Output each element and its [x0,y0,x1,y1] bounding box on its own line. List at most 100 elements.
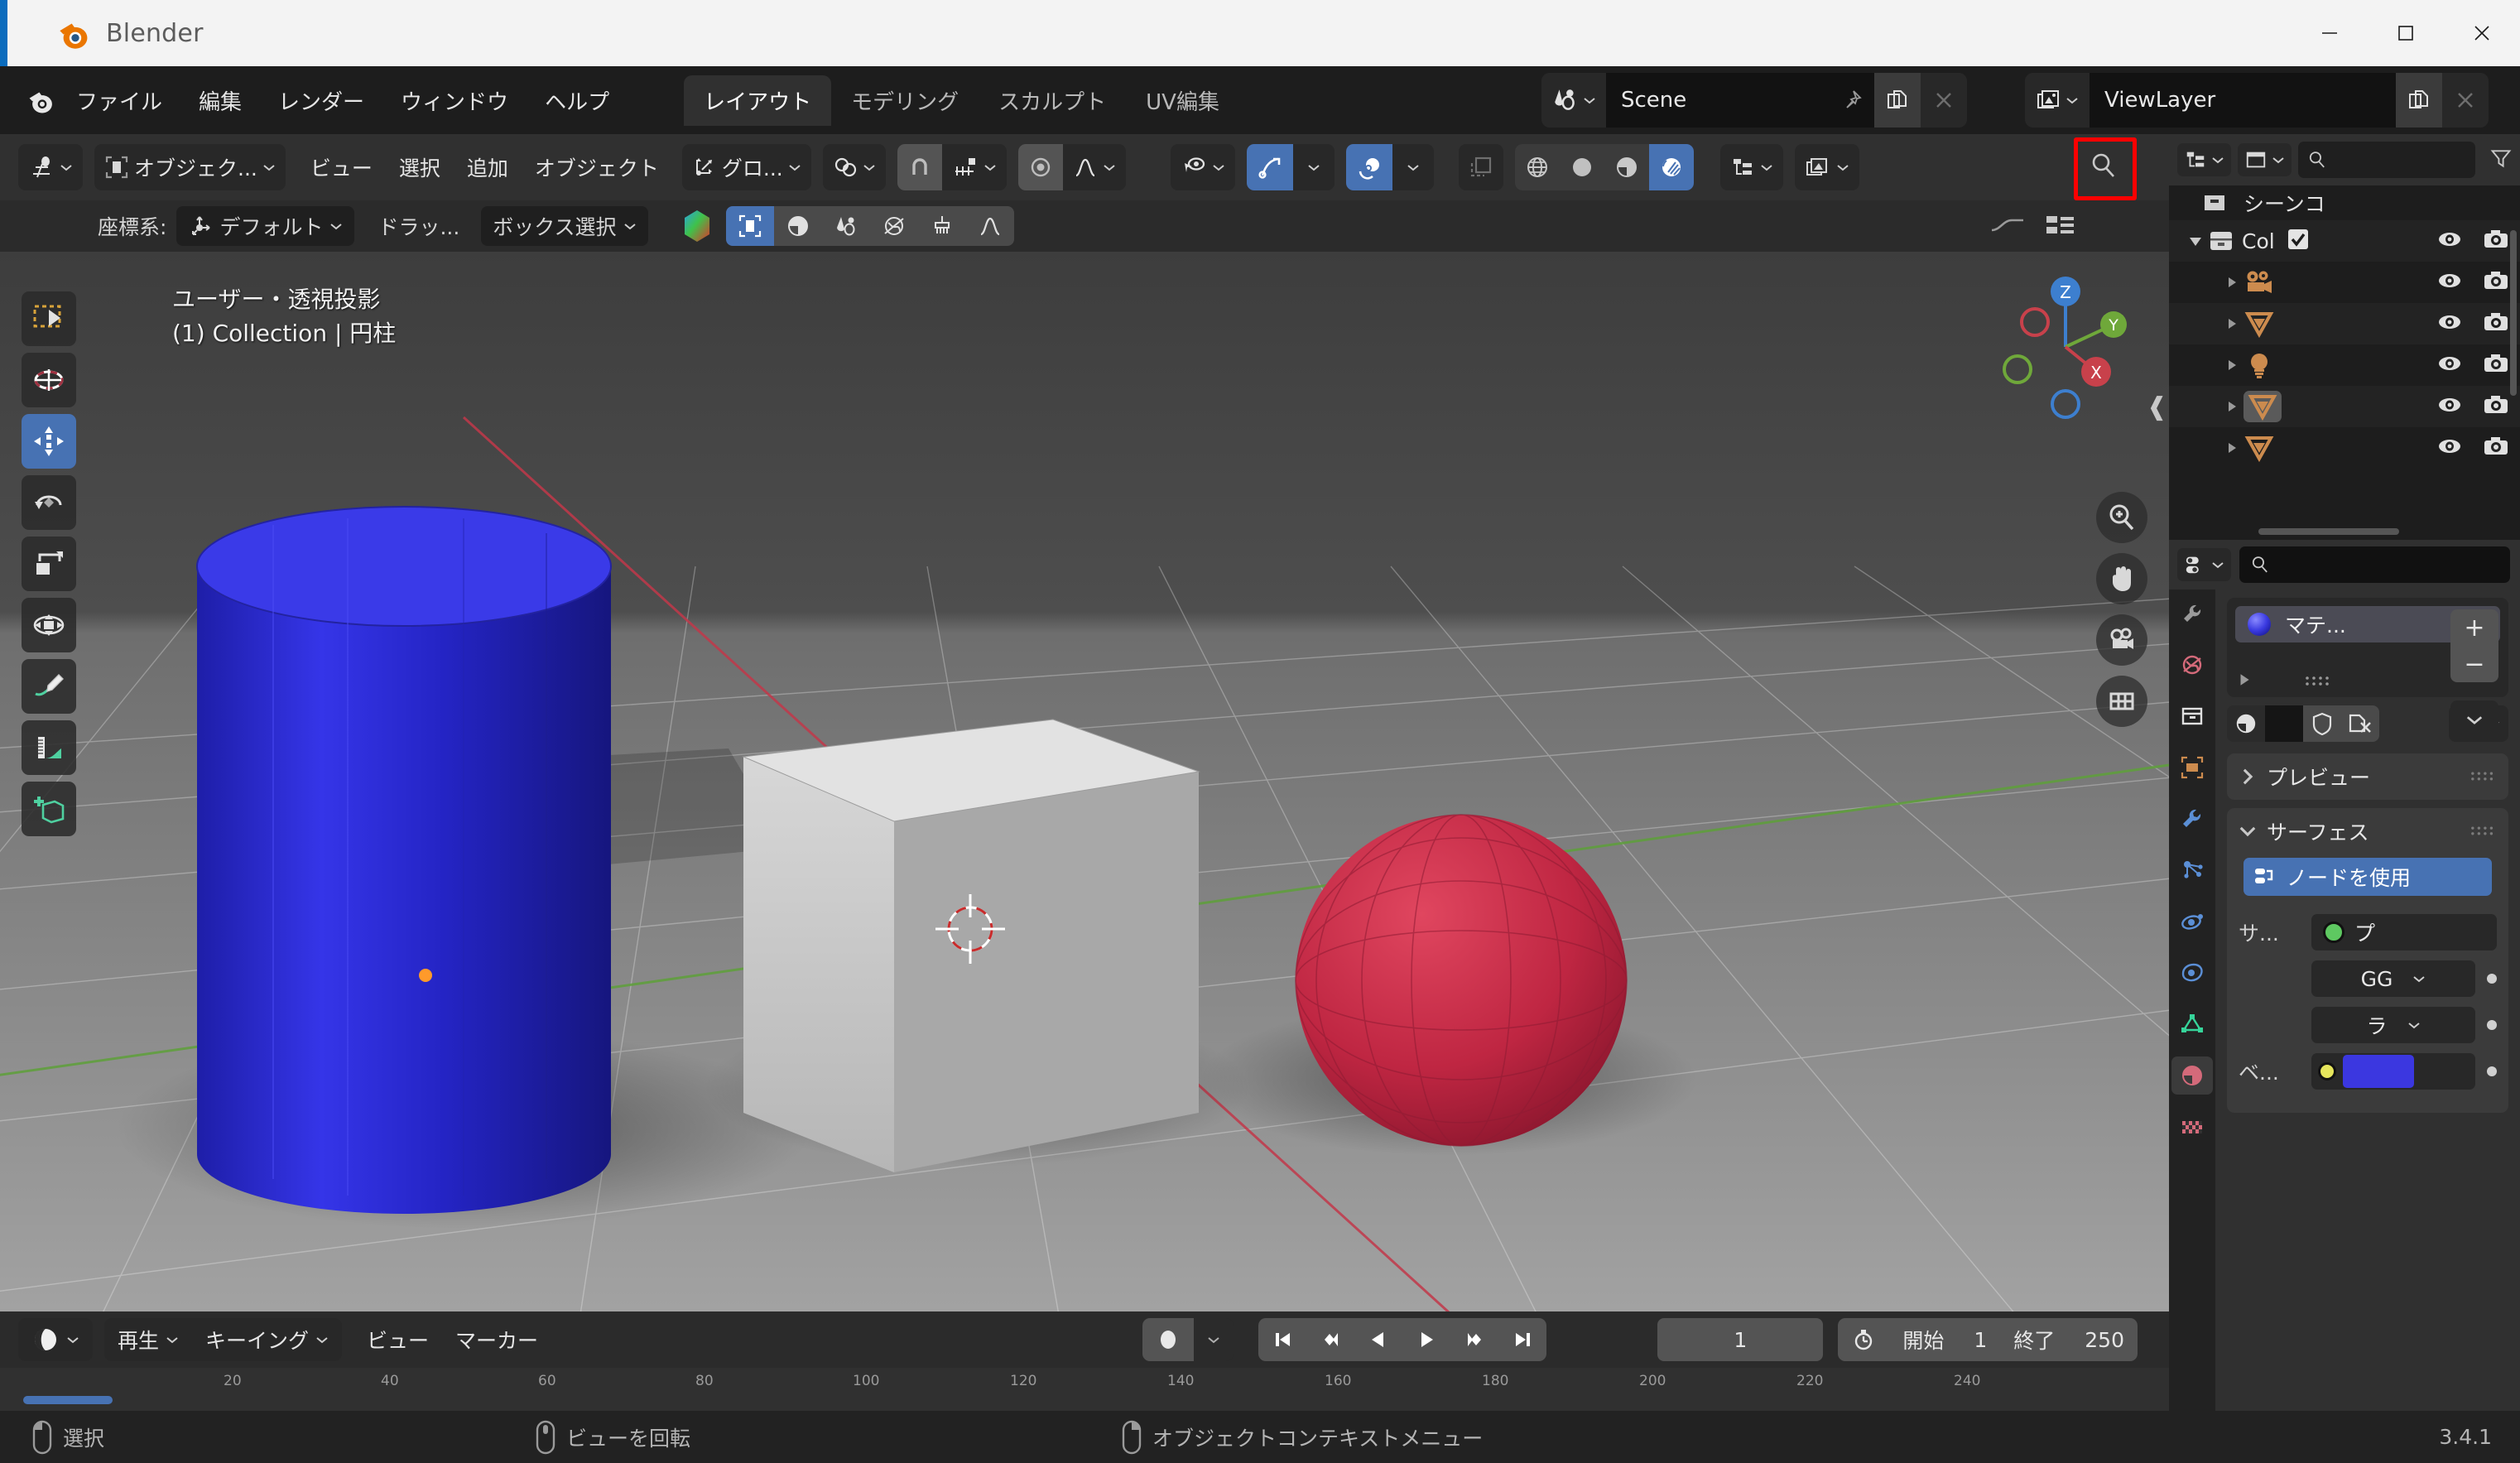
output-tab[interactable] [2171,697,2213,735]
hide-in-viewport-icon[interactable] [2437,354,2462,376]
modifier-tab[interactable] [2171,800,2213,838]
disable-in-render-icon[interactable] [2484,395,2508,418]
play-button[interactable] [1402,1318,1451,1361]
tab-sculpting[interactable]: スカルプト [979,75,1126,126]
rotate-tool-button[interactable] [22,475,76,530]
falloff-curve-icon[interactable] [1062,144,1126,190]
orientation-dropdown[interactable]: デフォルト [176,206,355,246]
show-gizmo-icon[interactable] [1246,144,1293,190]
properties-search-input[interactable] [2239,546,2510,583]
outliner-vertical-scrollbar[interactable] [2510,230,2517,396]
move-view-icon[interactable] [2096,553,2147,604]
outliner-item-camera[interactable] [2169,262,2520,303]
annotate-tool-button[interactable] [22,659,76,714]
toggle-orthographic-icon[interactable] [2096,676,2147,727]
viewport-menu-select[interactable]: 選択 [386,152,454,182]
open-sidebar-arrow[interactable]: ❰ [2147,392,2167,421]
scene-properties-button[interactable] [821,206,870,246]
unlink-material-icon[interactable] [2341,705,2379,742]
particles-tab[interactable] [2171,851,2213,889]
editor-type-3d-viewport-icon[interactable] [18,144,83,190]
gizmo-dropdown[interactable] [1292,144,1335,190]
playback-menu[interactable]: 再生 [104,1318,192,1361]
drag-action-dropdown[interactable]: ボックス選択 [481,206,648,246]
move-tool-button[interactable] [22,414,76,469]
object-data-tab[interactable] [2171,1005,2213,1043]
remove-material-slot-button[interactable]: − [2450,646,2498,682]
tool-tab[interactable] [2171,594,2213,633]
view-layer-browse-icon[interactable] [2025,73,2090,128]
texture-tab[interactable] [2171,1108,2213,1146]
item-expand-triangle[interactable] [2220,317,2243,330]
fake-user-shield-icon[interactable] [2303,705,2341,742]
add-cube-tool-button[interactable] [22,782,76,836]
disable-in-render-icon[interactable] [2484,271,2508,294]
object-mode-button[interactable]: オブジェク... [94,144,286,190]
constraints-tab[interactable] [2171,954,2213,992]
scale-tool-button[interactable] [22,537,76,591]
slot-expand-triangle[interactable] [2237,672,2252,691]
end-frame-field[interactable]: 終了 250 [2000,1318,2138,1361]
shading-solid-button[interactable] [1559,144,1604,190]
disable-in-render-icon[interactable] [2484,354,2508,377]
viewport-menu-add[interactable]: 追加 [454,152,522,182]
render-preview-selector[interactable] [1794,144,1859,190]
mode-field[interactable]: ラ [2311,1007,2475,1043]
options-panel-icon[interactable] [2043,212,2078,240]
image-stack-icon[interactable] [1794,144,1859,190]
auto-keying-dropdown[interactable] [1194,1318,1234,1361]
surface-panel-header[interactable]: サーフェス [2239,816,2497,846]
show-overlays-icon[interactable] [1345,144,1392,190]
timeline-menu-marker[interactable]: マーカー [442,1325,551,1355]
jump-to-prev-keyframe-button[interactable] [1306,1318,1355,1361]
transform-orientation-selector[interactable]: グロ... [681,144,811,190]
scene-browse-icon[interactable] [1541,73,1606,128]
browse-material-icon[interactable] [2227,705,2265,742]
outliner-search-input[interactable] [2298,142,2475,178]
hide-in-viewport-icon[interactable] [2437,230,2462,252]
transform-tool-button[interactable] [22,598,76,652]
scene-name-field[interactable]: Scene [1606,73,1828,128]
pen-pressure-icon[interactable] [1989,214,2027,238]
menu-edit[interactable]: 編集 [184,79,257,123]
hide-in-viewport-icon[interactable] [2437,313,2462,334]
cursor-tool-button[interactable] [22,353,76,407]
object-tab[interactable] [2171,748,2213,787]
animate-property-dot[interactable] [2487,1066,2497,1076]
outliner-display-mode[interactable] [1719,144,1783,190]
item-expand-triangle[interactable] [2220,400,2243,413]
outliner-scene-row[interactable]: シーンコ [2169,185,2520,220]
editor-type-outliner-icon[interactable] [2177,143,2231,176]
snap-magnet-icon[interactable] [897,144,942,190]
timeline-scrubber[interactable]: 20 40 60 80 100 120 140 160 180 200 220 … [0,1368,2169,1411]
animate-property-dot[interactable] [2487,1020,2497,1030]
keying-menu[interactable]: キーイング [192,1318,342,1361]
slot-specials-dropdown[interactable] [2450,700,2498,739]
disable-in-render-icon[interactable] [2484,312,2508,335]
collection-expand-triangle[interactable] [2184,233,2207,248]
world-properties-button[interactable] [869,206,918,246]
base-color-swatch[interactable] [2343,1055,2414,1088]
editor-type-selector[interactable] [18,144,83,190]
resize-grip-icon[interactable] [2305,674,2333,690]
item-expand-triangle[interactable] [2220,441,2243,455]
select-box-mode-button[interactable] [725,206,774,246]
jump-to-end-button[interactable] [1498,1318,1547,1361]
minimize-button[interactable] [2292,0,2368,66]
tab-modeling[interactable]: モデリング [831,75,979,126]
blender-menu-icon[interactable] [26,84,58,116]
menu-file[interactable]: ファイル [61,79,177,123]
base-color-field[interactable] [2311,1053,2475,1090]
camera-view-icon[interactable] [2096,614,2147,666]
maximize-button[interactable] [2368,0,2444,66]
tab-uv-editing[interactable]: UV編集 [1126,75,1239,126]
shading-material-preview-button[interactable] [1604,144,1649,190]
menu-window[interactable]: ウィンドウ [386,79,523,123]
render-tab[interactable] [2171,646,2213,684]
object-visibility-icon[interactable] [1170,144,1235,190]
add-material-slot-button[interactable]: + [2450,609,2498,646]
new-scene-button[interactable] [1874,73,1921,128]
close-button[interactable] [2444,0,2520,66]
material-tab[interactable] [2171,1056,2213,1095]
jump-to-start-button[interactable] [1258,1318,1307,1361]
